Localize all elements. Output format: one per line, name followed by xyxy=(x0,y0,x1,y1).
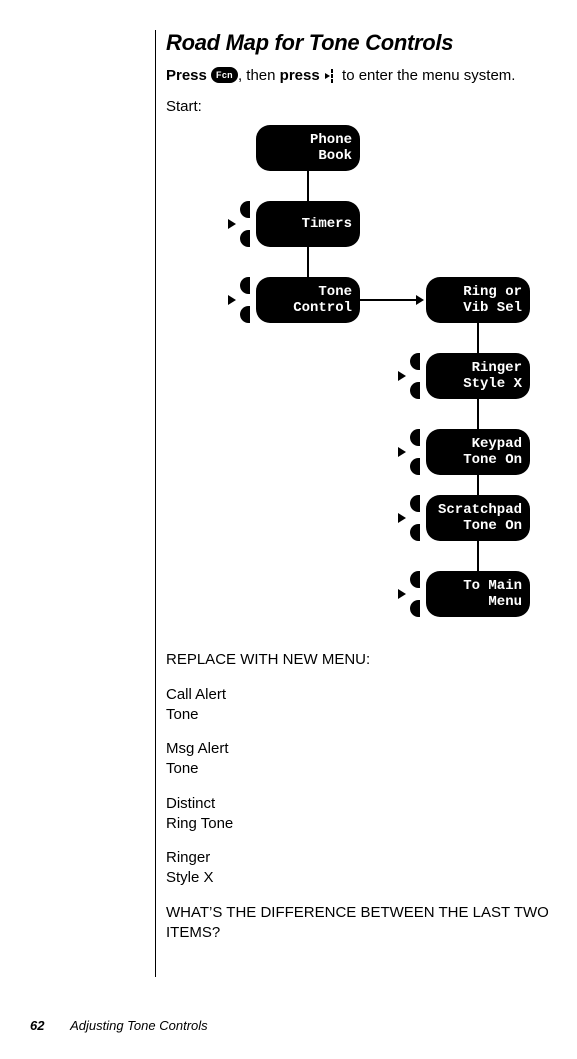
item-line: Tone xyxy=(166,706,199,723)
page-number: 62 xyxy=(30,1018,44,1033)
item-line: Ringer xyxy=(166,849,210,866)
then-word: , then xyxy=(238,67,276,84)
fcn-key-icon: Fcn xyxy=(211,67,238,83)
start-label: Start: xyxy=(166,98,550,115)
section-name: Adjusting Tone Controls xyxy=(70,1018,208,1033)
connector xyxy=(307,171,309,201)
menu-ringer-style: Ringer Style X xyxy=(426,353,530,399)
page-footer: 62 Adjusting Tone Controls xyxy=(30,1018,208,1033)
item-line: Call Alert xyxy=(166,686,226,703)
item-line: Ring Tone xyxy=(166,815,233,832)
item-line: Msg Alert xyxy=(166,740,229,757)
question-text: WHAT’S THE DIFFERENCE BETWEEN THE LAST T… xyxy=(166,903,550,944)
menu-timers: Timers xyxy=(256,201,360,247)
menu-scratchpad-tone: Scratchpad Tone On xyxy=(426,495,530,541)
item-line: Tone xyxy=(166,760,199,777)
arrow-right-icon xyxy=(416,295,424,305)
item-line: Distinct xyxy=(166,795,215,812)
scroll-icon xyxy=(404,353,422,399)
scroll-icon xyxy=(404,495,422,541)
press-word-1: Press xyxy=(166,67,207,84)
connector xyxy=(477,323,479,353)
instruction-tail: to enter the menu system. xyxy=(342,67,515,84)
item-ringer: Ringer Style X xyxy=(166,848,550,889)
scroll-icon xyxy=(234,201,252,247)
menu-tone-control: Tone Control xyxy=(256,277,360,323)
page-title: Road Map for Tone Controls xyxy=(166,30,550,56)
menu-phone-book: Phone Book xyxy=(256,125,360,171)
menu-keypad-tone: Keypad Tone On xyxy=(426,429,530,475)
connector xyxy=(360,299,416,301)
scroll-icon xyxy=(404,571,422,617)
connector xyxy=(477,399,479,429)
press-word-2: press xyxy=(280,67,320,84)
nav-key-icon xyxy=(324,69,338,83)
scroll-icon xyxy=(234,277,252,323)
connector xyxy=(477,541,479,571)
item-msg-alert: Msg Alert Tone xyxy=(166,739,550,780)
item-distinct: Distinct Ring Tone xyxy=(166,794,550,835)
item-line: Style X xyxy=(166,869,214,886)
connector xyxy=(477,475,479,495)
instruction-line: Press Fcn, then press to enter the menu … xyxy=(166,66,550,86)
connector xyxy=(307,247,309,277)
menu-ring-or-vib: Ring or Vib Sel xyxy=(426,277,530,323)
item-call-alert: Call Alert Tone xyxy=(166,685,550,726)
menu-to-main: To Main Menu xyxy=(426,571,530,617)
menu-diagram: Phone Book Timers Tone Control Ring or V… xyxy=(186,125,550,640)
scroll-icon xyxy=(404,429,422,475)
replace-heading: REPLACE WITH NEW MENU: xyxy=(166,650,550,670)
